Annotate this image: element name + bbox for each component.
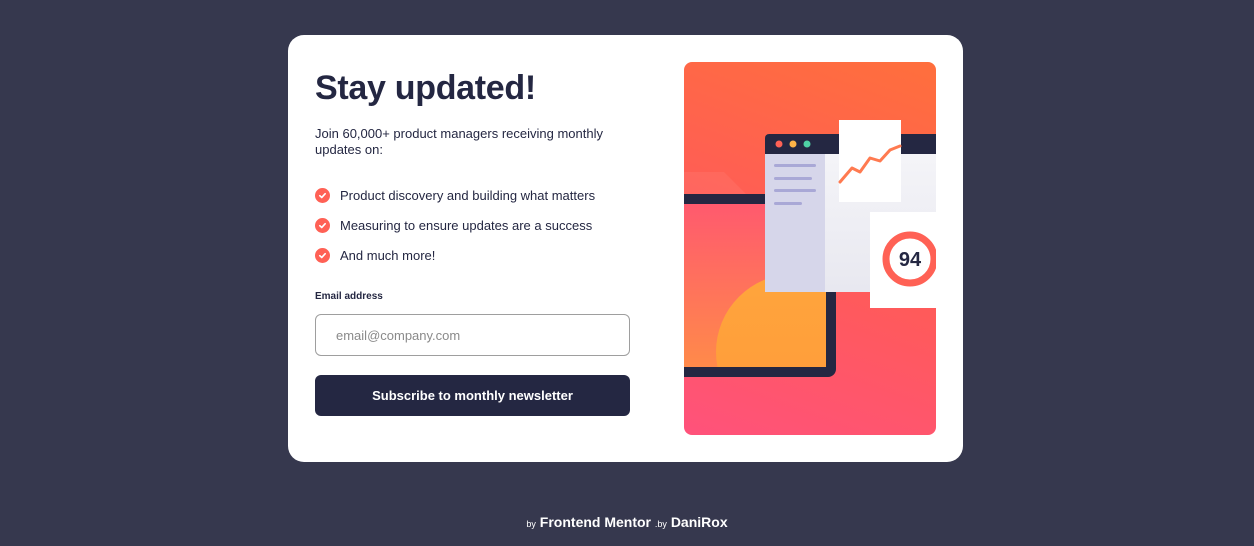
author-link[interactable]: DaniRox <box>671 514 728 530</box>
list-item: And much more! <box>315 240 595 270</box>
intro-text: Join 60,000+ product managers receiving … <box>315 126 603 157</box>
check-icon <box>315 217 330 233</box>
page-title: Stay updated! <box>315 69 536 107</box>
illustration-art: 94 <box>684 120 936 377</box>
frontend-mentor-link[interactable]: Frontend Mentor <box>540 514 651 530</box>
illustration: 94 <box>684 62 936 435</box>
benefit-text: Product discovery and building what matt… <box>340 187 596 203</box>
attribution-by: by <box>526 519 536 529</box>
benefits-list: Product discovery and building what matt… <box>315 180 595 270</box>
check-icon <box>315 187 330 203</box>
check-icon <box>315 247 330 263</box>
attribution-by-2: .by <box>654 519 667 529</box>
attribution: by Frontend Mentor .by DaniRox <box>0 514 1254 530</box>
email-input[interactable] <box>315 314 630 356</box>
list-item: Measuring to ensure updates are a succes… <box>315 210 595 240</box>
email-label: Email address <box>315 291 383 302</box>
benefit-text: And much more! <box>340 247 436 263</box>
score-text: 94 <box>899 249 922 271</box>
subscribe-button[interactable]: Subscribe to monthly newsletter <box>315 375 630 416</box>
benefit-text: Measuring to ensure updates are a succes… <box>340 217 593 233</box>
newsletter-card: Stay updated! Join 60,000+ product manag… <box>288 35 963 462</box>
list-item: Product discovery and building what matt… <box>315 180 595 210</box>
